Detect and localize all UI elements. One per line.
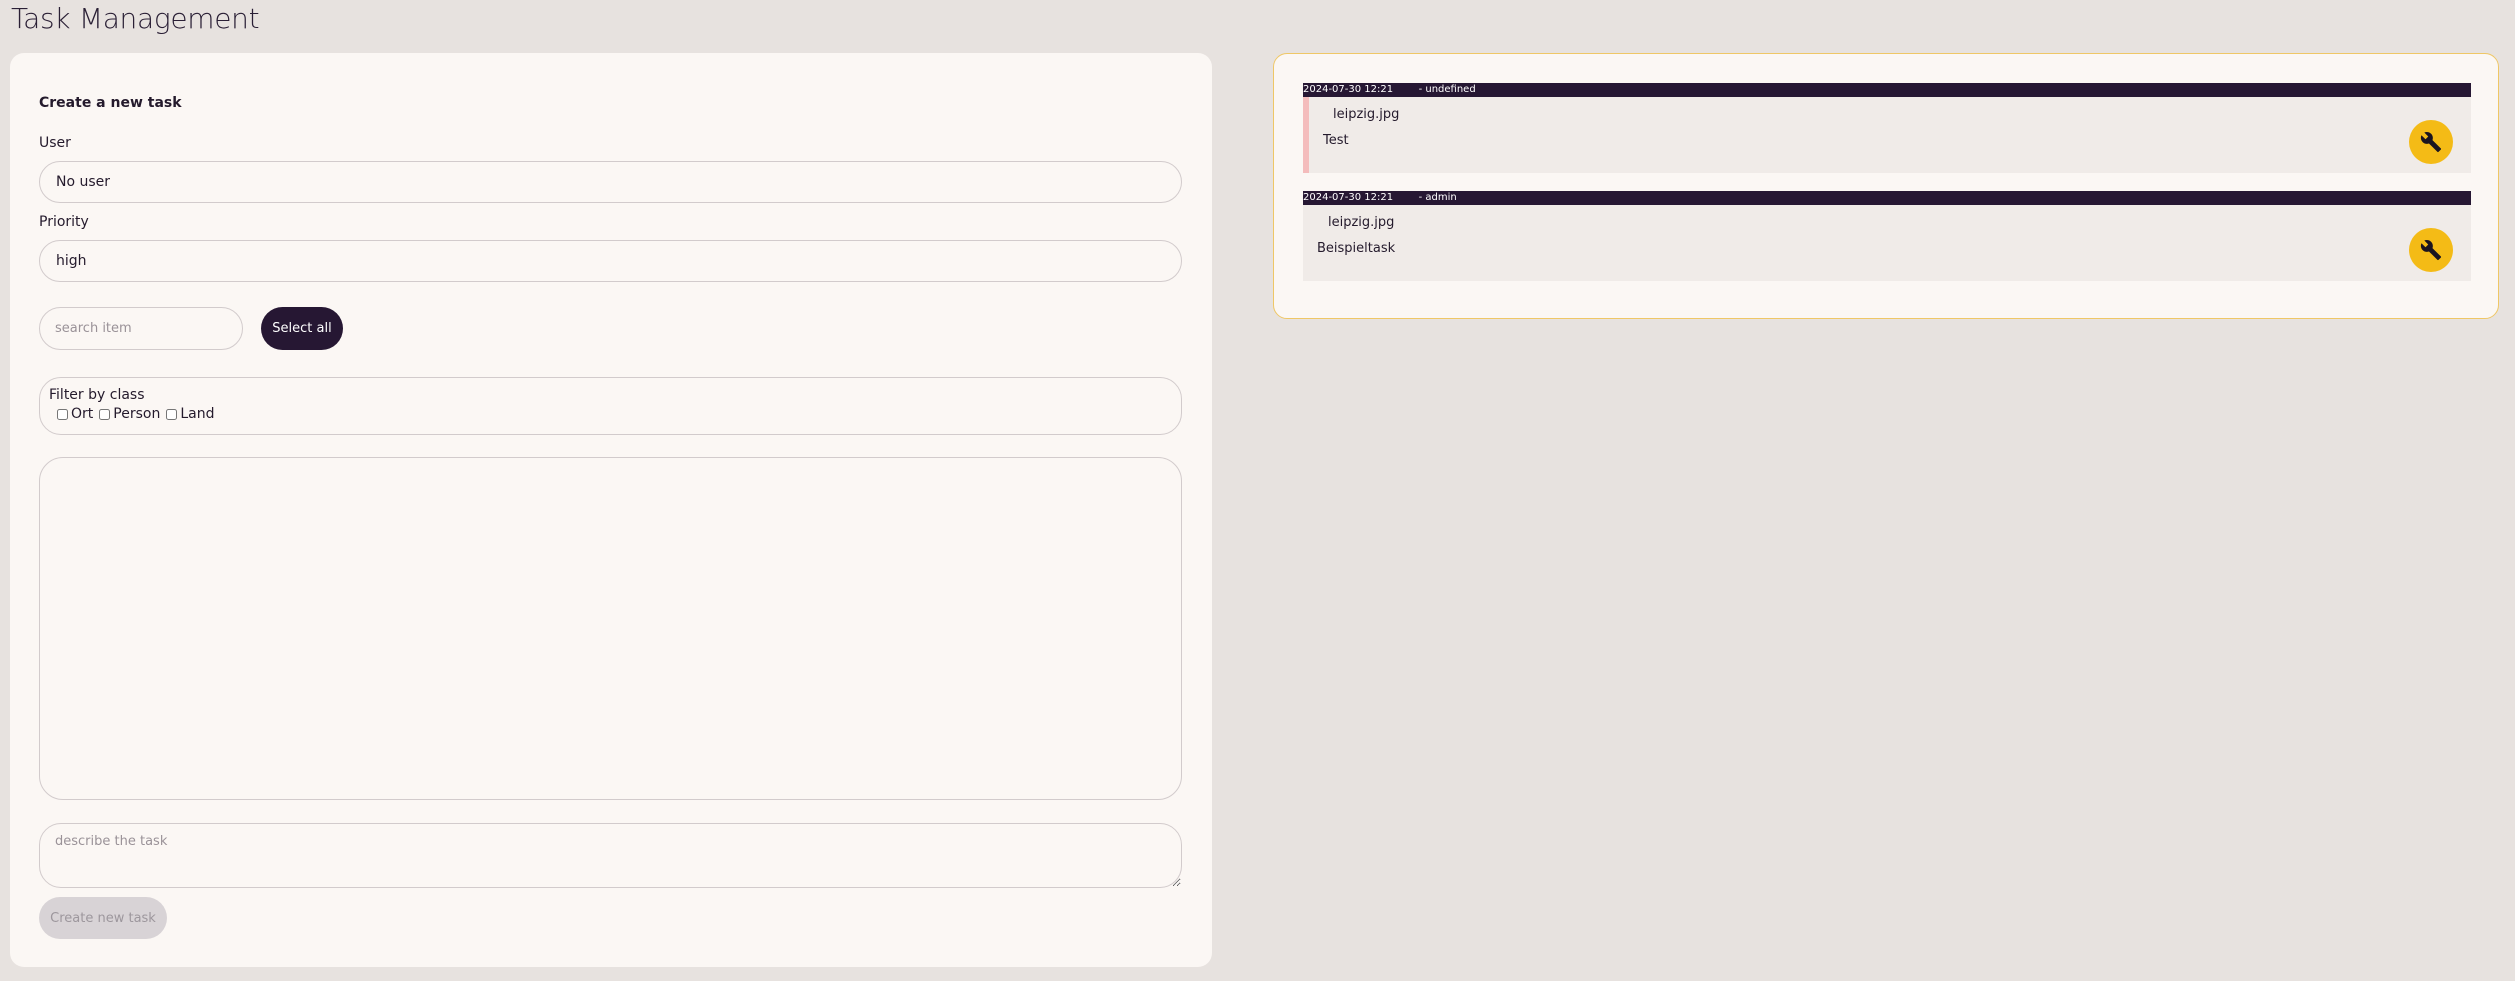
filter-by-class: Filter by class Ort Person Land xyxy=(39,377,1182,435)
filter-title: Filter by class xyxy=(49,387,145,403)
task-header: 2024-07-30 12:21 - undefined xyxy=(1303,83,2471,97)
task-card: 2024-07-30 12:21 - admin leipzig.jpg Bei… xyxy=(1303,191,2471,281)
task-date: 2024-07-30 12:21 xyxy=(1303,192,1394,203)
task-user: - admin xyxy=(1418,192,1457,203)
task-card: 2024-07-30 12:21 - undefined leipzig.jpg… xyxy=(1303,83,2471,173)
filter-checkbox-ort[interactable] xyxy=(57,408,68,420)
create-task-panel: Create a new task User No user Priority … xyxy=(10,53,1212,967)
select-all-button[interactable]: Select all xyxy=(261,307,343,350)
wrench-icon xyxy=(2420,132,2442,153)
wrench-icon xyxy=(2420,240,2442,261)
filter-checkbox-land[interactable] xyxy=(166,408,178,420)
priority-label: Priority xyxy=(39,214,89,230)
filter-option-ort[interactable]: Ort xyxy=(57,406,93,422)
user-label: User xyxy=(39,135,71,151)
page-title: Task Management xyxy=(11,2,260,35)
items-list[interactable] xyxy=(39,457,1182,800)
priority-select-value: high xyxy=(56,253,87,269)
user-select[interactable]: No user xyxy=(39,161,1182,203)
task-user: - undefined xyxy=(1418,84,1476,95)
filter-option-land[interactable]: Land xyxy=(166,406,214,422)
filter-option-label: Ort xyxy=(71,406,94,422)
user-select-value: No user xyxy=(56,174,111,190)
task-file-name: leipzig.jpg xyxy=(1333,107,1400,122)
task-body: leipzig.jpg Test xyxy=(1303,97,2471,173)
task-description-input[interactable] xyxy=(39,823,1182,888)
task-list-panel: 2024-07-30 12:21 - undefined leipzig.jpg… xyxy=(1273,53,2499,319)
filter-checkbox-person[interactable] xyxy=(99,408,111,420)
filter-option-person[interactable]: Person xyxy=(99,406,160,422)
edit-task-button[interactable] xyxy=(2409,228,2453,272)
filter-option-label: Land xyxy=(180,406,215,422)
create-task-button[interactable]: Create new task xyxy=(39,897,167,939)
form-heading: Create a new task xyxy=(39,95,182,111)
search-input[interactable] xyxy=(39,307,243,350)
filter-option-label: Person xyxy=(113,406,161,422)
task-description: Test xyxy=(1323,133,1349,148)
task-description: Beispieltask xyxy=(1317,241,1396,256)
filter-options: Ort Person Land xyxy=(49,406,1172,422)
priority-select[interactable]: high xyxy=(39,240,1182,282)
task-file-name: leipzig.jpg xyxy=(1328,215,1395,230)
task-header: 2024-07-30 12:21 - admin xyxy=(1303,191,2471,205)
task-date: 2024-07-30 12:21 xyxy=(1303,84,1394,95)
task-body: leipzig.jpg Beispieltask xyxy=(1303,205,2471,281)
edit-task-button[interactable] xyxy=(2409,120,2453,164)
